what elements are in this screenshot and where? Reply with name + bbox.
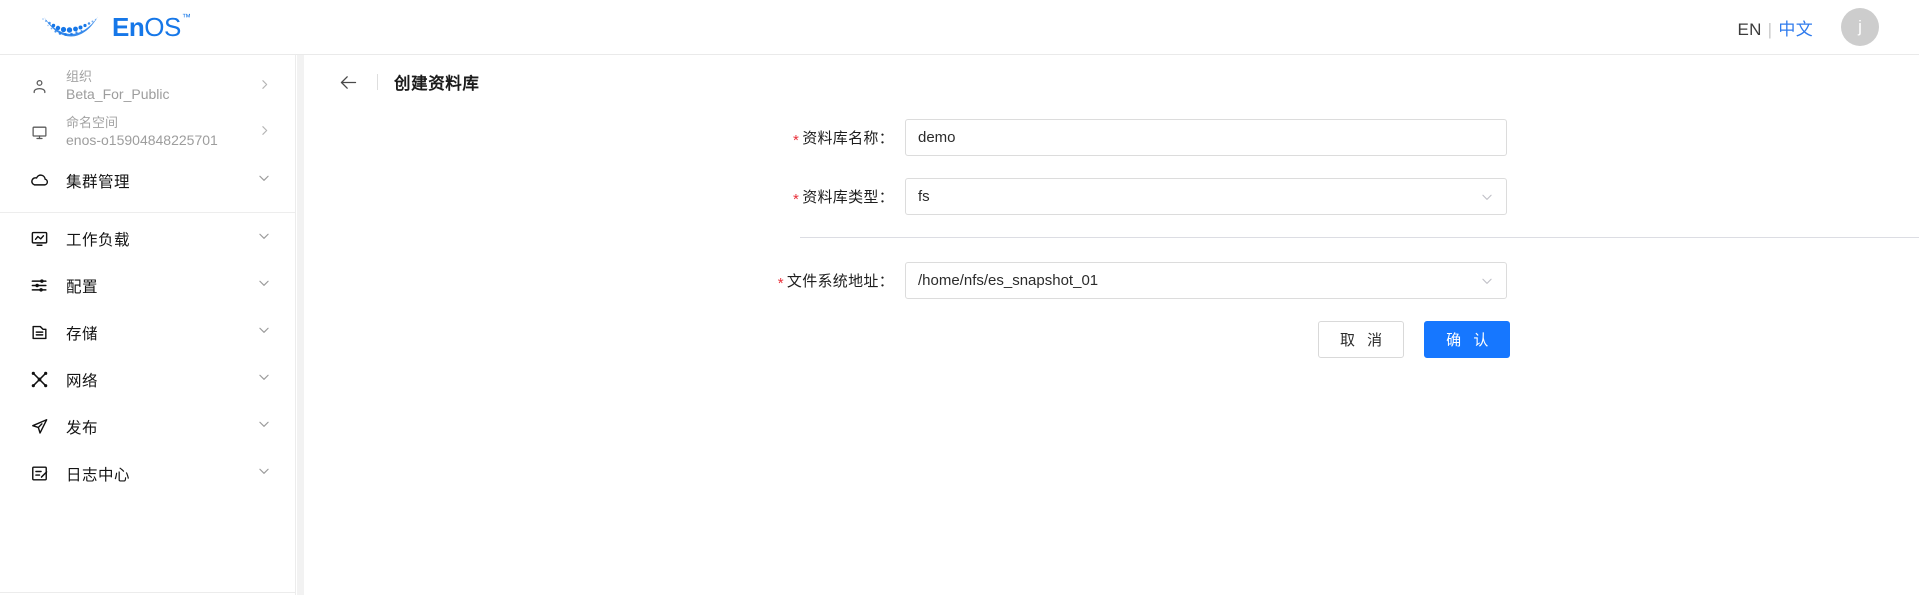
network-nodes-icon — [28, 370, 50, 389]
brand-logo[interactable]: EnOS™ — [40, 0, 191, 54]
brand-prefix: En — [112, 12, 145, 42]
label-repository-name: * 资料库名称： — [305, 127, 905, 149]
namespace-label: 命名空间 — [66, 114, 119, 130]
filesystem-path-select[interactable]: /home/nfs/es_snapshot_01 — [905, 262, 1507, 299]
form-row-repository-name: * 资料库名称： demo — [305, 119, 1919, 156]
label-text-filesystem-path: 文件系统地址： — [786, 273, 894, 290]
storage-folder-icon — [28, 323, 50, 342]
sidebar-label-configuration: 配置 — [66, 278, 99, 296]
required-mark: * — [793, 132, 800, 149]
avatar-initial: j — [1858, 17, 1862, 36]
filesystem-path-value: /home/nfs/es_snapshot_01 — [918, 272, 1099, 289]
sidebar-label-storage: 存储 — [66, 325, 99, 343]
chevron-down-icon[interactable] — [257, 171, 271, 190]
sidebar-item-publish[interactable]: 发布 — [0, 403, 295, 450]
chevron-down-icon[interactable] — [257, 370, 271, 389]
namespace-info: 命名空间 enos-o15904848225701 — [66, 114, 258, 150]
sidebar-item-network[interactable]: 网络 — [0, 356, 295, 403]
sidebar-menu-main: 工作负载 配置 存储 网络 发布 日志中心 — [0, 213, 295, 497]
required-mark: * — [777, 275, 784, 292]
repository-type-value: fs — [918, 188, 930, 205]
repository-type-select[interactable]: fs — [905, 178, 1507, 215]
sidebar-item-namespace[interactable]: 命名空间 enos-o15904848225701 — [0, 109, 295, 155]
form-actions: 取 消 确 认 — [1318, 321, 1919, 358]
sidebar-scrollbar[interactable] — [297, 55, 304, 595]
sidebar-item-log-center[interactable]: 日志中心 — [0, 450, 295, 497]
main-content: 创建资料库 * 资料库名称： demo * 资料库类型： fs * 文件系统地址… — [305, 55, 1919, 595]
language-switcher[interactable]: EN | 中文 — [1737, 15, 1813, 40]
sidebar-item-organization[interactable]: 组织 Beta_For_Public — [0, 63, 295, 109]
header-separator — [377, 74, 378, 90]
chevron-down-icon[interactable] — [1480, 190, 1494, 204]
required-mark: * — [793, 191, 800, 208]
sidebar-menu-top: 集群管理 — [0, 155, 295, 204]
top-bar-right: EN | 中文 j — [1737, 8, 1879, 46]
chevron-down-icon[interactable] — [257, 417, 271, 436]
top-bar: EnOS™ EN | 中文 j — [0, 0, 1919, 55]
sidebar-bottom-edge — [0, 592, 296, 593]
chevron-right-icon — [258, 124, 271, 140]
sidebar-context-section: 组织 Beta_For_Public 命名空间 enos-o1590484822… — [0, 55, 295, 155]
sidebar: 组织 Beta_For_Public 命名空间 enos-o1590484822… — [0, 55, 296, 595]
avatar[interactable]: j — [1841, 8, 1879, 46]
label-text-repository-name: 资料库名称： — [802, 130, 894, 147]
organization-info: 组织 Beta_For_Public — [66, 68, 258, 104]
namespace-value: enos-o15904848225701 — [66, 132, 218, 149]
cancel-button[interactable]: 取 消 — [1318, 321, 1405, 358]
chevron-right-icon — [258, 78, 271, 94]
workload-monitor-icon — [28, 229, 50, 248]
sidebar-item-cluster-management[interactable]: 集群管理 — [0, 157, 295, 204]
language-en[interactable]: EN — [1737, 20, 1761, 39]
sidebar-item-storage[interactable]: 存储 — [0, 309, 295, 356]
sliders-icon — [28, 276, 50, 295]
chevron-down-icon[interactable] — [1480, 274, 1494, 288]
create-repository-form: * 资料库名称： demo * 资料库类型： fs * 文件系统地址： /hom… — [305, 109, 1919, 358]
chevron-down-icon[interactable] — [257, 323, 271, 342]
sidebar-label-workload: 工作负载 — [66, 231, 131, 249]
organization-label: 组织 — [66, 68, 93, 84]
page-header: 创建资料库 — [305, 55, 1919, 109]
organization-value: Beta_For_Public — [66, 86, 170, 103]
confirm-button[interactable]: 确 认 — [1424, 321, 1511, 358]
chevron-down-icon[interactable] — [257, 276, 271, 295]
chevron-down-icon[interactable] — [257, 464, 271, 483]
repository-name-input[interactable]: demo — [905, 119, 1507, 156]
brand-suffix: OS — [144, 12, 181, 42]
log-center-icon — [28, 464, 50, 483]
monitor-icon — [28, 124, 50, 141]
arrow-left-icon[interactable] — [335, 69, 361, 95]
sidebar-label-log-center: 日志中心 — [66, 466, 131, 484]
sidebar-label-network: 网络 — [66, 372, 99, 390]
page-title: 创建资料库 — [394, 75, 480, 93]
enos-swoosh-logo-icon — [42, 16, 98, 37]
repository-name-value: demo — [918, 129, 956, 146]
sidebar-label-cluster-management: 集群管理 — [66, 173, 131, 191]
chevron-down-icon[interactable] — [257, 229, 271, 248]
sidebar-label-publish: 发布 — [66, 419, 99, 437]
form-row-repository-type: * 资料库类型： fs — [305, 178, 1919, 215]
label-repository-type: * 资料库类型： — [305, 186, 905, 208]
user-icon — [28, 78, 50, 95]
cloud-icon — [28, 171, 50, 190]
form-row-filesystem-path: * 文件系统地址： /home/nfs/es_snapshot_01 — [305, 262, 1919, 299]
brand-trademark: ™ — [181, 12, 191, 23]
send-publish-icon — [28, 417, 50, 436]
sidebar-item-workload[interactable]: 工作负载 — [0, 215, 295, 262]
brand-text: EnOS™ — [112, 12, 191, 42]
label-text-repository-type: 资料库类型： — [802, 189, 894, 206]
form-section-divider — [800, 237, 1919, 238]
language-separator: | — [1767, 19, 1773, 39]
label-filesystem-path: * 文件系统地址： — [305, 270, 905, 292]
sidebar-item-configuration[interactable]: 配置 — [0, 262, 295, 309]
language-zh[interactable]: 中文 — [1778, 20, 1813, 39]
